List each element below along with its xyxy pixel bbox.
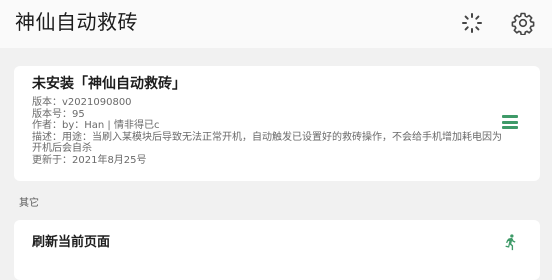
- app-title: 神仙自动救砖: [15, 10, 138, 34]
- gear-icon: [511, 12, 535, 35]
- module-info: 版本：v2021090800 版本号：95 作者：by：Han | 情非得已c …: [32, 97, 508, 167]
- module-card[interactable]: 未安装「神仙自动救砖」 版本：v2021090800 版本号：95 作者：by：…: [14, 66, 540, 181]
- settings-button[interactable]: [508, 8, 538, 38]
- loading-spinner-icon: [462, 13, 482, 33]
- refresh-page-item[interactable]: 刷新当前页面: [14, 220, 540, 280]
- section-label-other: 其它: [19, 198, 39, 209]
- module-updated: 更新于：2021年8月25号: [32, 154, 147, 166]
- module-author: 作者：by：Han | 情非得已c: [32, 120, 160, 132]
- module-version: 版本：v2021090800: [32, 97, 132, 108]
- module-title: 未安装「神仙自动救砖」: [32, 76, 186, 92]
- module-description: 描述：用途：当刷入某模块后导致无法正常开机，自动触发已设置好的救砖操作，不会给手…: [32, 131, 502, 155]
- loading-button[interactable]: [457, 8, 487, 38]
- module-version-code: 版本号：95: [32, 108, 85, 120]
- refresh-page-label: 刷新当前页面: [32, 235, 111, 250]
- running-person-icon: [505, 234, 516, 251]
- app-bar: 神仙自动救砖: [0, 0, 552, 48]
- menu-icon[interactable]: [502, 115, 518, 129]
